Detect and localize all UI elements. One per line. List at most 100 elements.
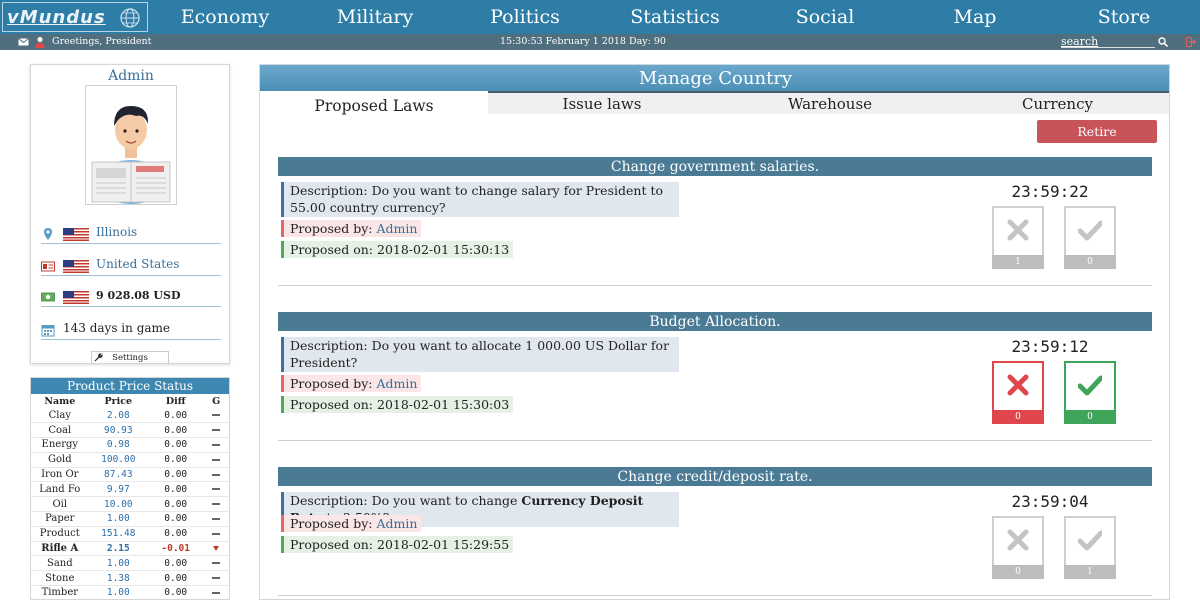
globe-icon	[120, 8, 140, 28]
trend-flat-icon	[212, 414, 221, 417]
trend-flat-icon	[212, 517, 221, 520]
settings-button[interactable]: Settings	[91, 351, 169, 364]
price-value: 1.00	[88, 585, 149, 599]
profile-country[interactable]: United States	[96, 257, 179, 271]
vote-no-count: 0	[992, 565, 1044, 579]
trend-flat-icon	[212, 458, 221, 461]
tab-proposed-laws[interactable]: Proposed Laws	[260, 91, 488, 115]
price-diff: 0.00	[148, 585, 204, 599]
price-name[interactable]: Coal	[31, 422, 89, 439]
price-name[interactable]: Gold	[31, 452, 89, 468]
price-name[interactable]: Clay	[31, 408, 89, 424]
price-diff: 0.00	[148, 511, 204, 527]
vote-no-button[interactable]: 0	[992, 516, 1044, 579]
nav-politics[interactable]: Politics	[465, 0, 585, 34]
product-price-table: Name Price Diff G Clay 2.08 0.00 Coal 90.93 0…	[31, 394, 229, 599]
search-input[interactable]: search	[1061, 35, 1155, 48]
price-name[interactable]: Rifle A	[31, 541, 89, 557]
proposer-link[interactable]: Admin	[376, 516, 417, 531]
price-name[interactable]: Timber	[31, 585, 89, 599]
price-trend	[203, 511, 229, 527]
trend-flat-icon	[212, 503, 221, 506]
mail-icon[interactable]	[18, 38, 29, 46]
nav-statistics[interactable]: Statistics	[610, 0, 740, 34]
law-card: Change government salaries. Description: …	[278, 157, 1152, 287]
approve-check-icon	[1078, 220, 1102, 241]
law-description-text: Description: Do you want to change salar…	[290, 183, 663, 215]
vote-yes-count: 0	[1064, 410, 1116, 424]
brand-name: vMundus	[7, 6, 106, 28]
proposer-link[interactable]: Admin	[376, 221, 417, 236]
profile-name[interactable]: Admin	[31, 68, 231, 84]
reject-x-icon	[1007, 529, 1029, 551]
price-row: Stone 1.38 0.00	[31, 570, 229, 587]
price-trend	[203, 541, 229, 557]
retire-button[interactable]: Retire	[1037, 120, 1157, 143]
law-title: Budget Allocation.	[278, 312, 1152, 331]
law-proposed-on: Proposed on: 2018-02-01 15:30:13	[281, 241, 514, 258]
price-row: Paper 1.00 0.00	[31, 511, 229, 527]
person-icon[interactable]	[34, 36, 46, 48]
price-value: 1.00	[88, 511, 149, 527]
nav-map[interactable]: Map	[915, 0, 1035, 34]
vote-yes-button[interactable]: 1	[1064, 516, 1116, 579]
price-row: Sand 1.00 0.00	[31, 555, 229, 572]
nav-social[interactable]: Social	[765, 0, 885, 34]
law-proposed-by: Proposed by: Admin	[281, 375, 422, 392]
price-diff: 0.00	[148, 437, 204, 453]
price-trend	[203, 437, 229, 453]
vote-no-button[interactable]: 0	[992, 361, 1044, 424]
profile-region[interactable]: Illinois	[96, 225, 137, 239]
profile-days: 143 days in game	[63, 321, 171, 335]
law-divider	[278, 285, 1152, 286]
nav-store[interactable]: Store	[1064, 0, 1184, 34]
col-name: Name	[44, 395, 76, 407]
price-trend	[203, 452, 229, 468]
price-name[interactable]: Stone	[31, 570, 89, 587]
settings-label: Settings	[112, 353, 148, 363]
vote-yes-button[interactable]: 0	[1064, 361, 1116, 424]
price-value: 0.98	[88, 437, 149, 453]
manage-country-panel: Manage Country Proposed Laws Issue laws …	[259, 64, 1170, 600]
price-name[interactable]: Paper	[31, 511, 89, 527]
manage-country-title: Manage Country	[260, 65, 1169, 91]
brand-logo[interactable]: vMundus	[2, 2, 148, 32]
law-proposed-on: Proposed on: 2018-02-01 15:30:03	[281, 396, 514, 413]
proposed-by-label: Proposed by:	[290, 221, 377, 236]
approve-check-icon	[1078, 530, 1102, 551]
proposer-link[interactable]: Admin	[376, 376, 417, 391]
law-card: Change credit/deposit rate. Description: …	[278, 467, 1152, 597]
price-name[interactable]: Energy	[31, 437, 89, 453]
price-trend	[203, 408, 229, 424]
price-value: 151.48	[88, 526, 149, 542]
price-name[interactable]: Oil	[31, 496, 89, 513]
price-diff: 0.00	[148, 452, 204, 468]
approve-check-icon	[1078, 375, 1102, 396]
calendar-icon	[41, 325, 55, 337]
tab-currency[interactable]: Currency	[944, 91, 1169, 114]
price-trend	[203, 467, 229, 483]
tab-warehouse[interactable]: Warehouse	[716, 91, 944, 114]
price-name[interactable]: Iron Or	[31, 467, 89, 483]
price-row: Coal 90.93 0.00	[31, 422, 229, 439]
tab-issue-laws[interactable]: Issue laws	[488, 91, 716, 114]
price-name[interactable]: Product	[31, 526, 89, 542]
profile-days-row: 143 days in game	[41, 320, 221, 340]
greeting-text: Greetings, President	[52, 36, 152, 47]
price-name[interactable]: Sand	[31, 555, 89, 572]
law-proposed-on: Proposed on: 2018-02-01 15:29:55	[281, 536, 514, 553]
nav-military[interactable]: Military	[315, 0, 435, 34]
reject-x-icon	[1007, 374, 1029, 396]
us-flag-icon	[63, 228, 89, 241]
law-description: Description: Do you want to allocate 1 0…	[281, 337, 679, 372]
vote-yes-button[interactable]: 0	[1064, 206, 1116, 269]
nav-economy[interactable]: Economy	[165, 0, 285, 34]
vote-no-button[interactable]: 1	[992, 206, 1044, 269]
search-icon[interactable]	[1158, 37, 1168, 47]
price-name[interactable]: Land Fo	[31, 481, 89, 498]
avatar[interactable]	[85, 85, 177, 205]
logout-icon[interactable]	[1186, 37, 1196, 47]
location-pin-icon	[44, 228, 52, 240]
price-row: Oil 10.00 0.00	[31, 496, 229, 513]
price-row: Iron Or 87.43 0.00	[31, 467, 229, 483]
